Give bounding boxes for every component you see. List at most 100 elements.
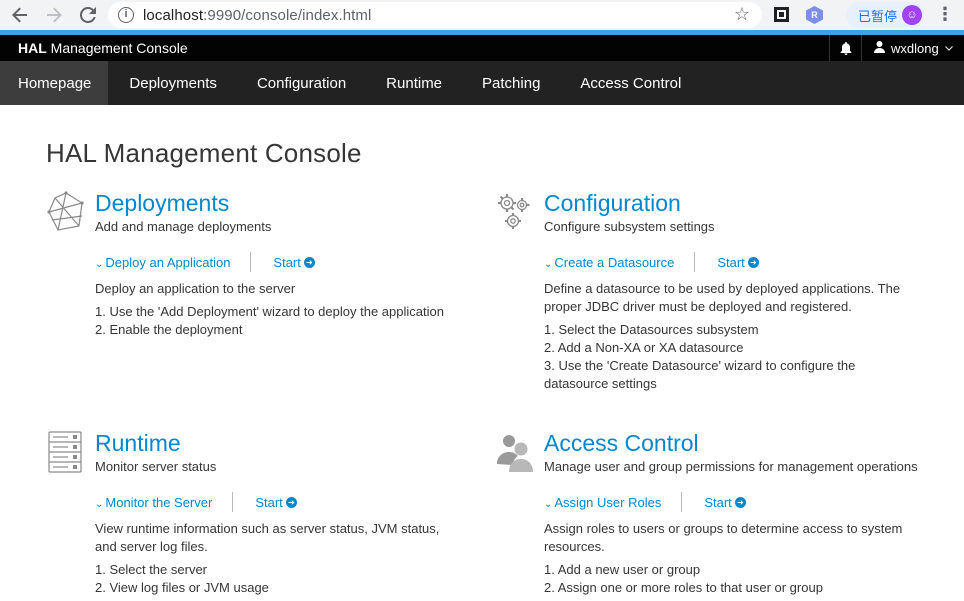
start-button[interactable]: Start ➜ (273, 254, 315, 270)
step-item: 2. Add a Non-XA or XA datasource (544, 340, 744, 355)
step-item: 2. Assign one or more roles to that user… (544, 580, 823, 595)
step-item: 2. Enable the deployment (95, 322, 243, 337)
profile-paused-button[interactable]: 已暂停 ☺ (846, 2, 924, 28)
step-item: 1. Add a new user or group (544, 562, 701, 577)
assign-user-roles-link[interactable]: ⌄ Assign User Roles (544, 495, 661, 510)
steps-list: 1. Add a new user or group 2. Assign one… (544, 561, 914, 597)
main-nav: Homepage Deployments Configuration Runti… (0, 61, 964, 105)
create-datasource-link[interactable]: ⌄ Create a Datasource (544, 255, 674, 270)
section-body-text: Deploy an application to the server (95, 281, 296, 296)
user-name: wxdlong (891, 40, 939, 56)
url-host: localhost (143, 6, 204, 24)
back-arrow-icon[interactable] (6, 1, 34, 29)
notification-bell-icon[interactable] (829, 35, 861, 61)
user-menu[interactable]: wxdlong (861, 35, 964, 61)
arrow-circle-right-icon: ➜ (303, 256, 315, 268)
section-description: Manage user and group permissions for ma… (544, 459, 918, 474)
action-row: ⌄ Monitor the Server Start ➜ (95, 491, 297, 513)
step-item: 1. Select the server (95, 562, 207, 577)
chevron-down-icon (944, 43, 953, 53)
divider (681, 492, 683, 512)
arrow-circle-right-icon: ➜ (734, 496, 746, 508)
page-title: HAL Management Console (46, 138, 362, 168)
tab-patching[interactable]: Patching (462, 61, 560, 105)
paused-label: 已暂停 (858, 8, 898, 24)
forward-arrow-icon[interactable] (40, 1, 68, 29)
tab-access-control[interactable]: Access Control (560, 61, 701, 105)
brand-bold: HAL (18, 40, 47, 56)
section-body: Assign roles to users or groups to deter… (544, 520, 914, 597)
step-item: 2. View log files or JVM usage (95, 580, 269, 595)
section-configuration: Configuration Configure subsystem settin… (495, 190, 925, 395)
action-row: ⌄ Assign User Roles Start ➜ (544, 491, 746, 513)
section-body-text: Assign roles to users or groups to deter… (544, 521, 903, 554)
section-description: Add and manage deployments (95, 219, 272, 234)
start-button[interactable]: Start ➜ (255, 494, 297, 510)
gears-icon (495, 190, 535, 234)
section-body: Deploy an application to the server 1. U… (95, 280, 444, 339)
tab-homepage[interactable]: Homepage (0, 61, 109, 105)
action-row: ⌄ Create a Datasource Start ➜ (544, 251, 759, 273)
section-body-text: View runtime information such as server … (95, 521, 440, 554)
tab-deployments[interactable]: Deployments (108, 61, 237, 105)
action-label: Create a Datasource (554, 254, 675, 270)
start-label: Start (255, 494, 283, 510)
url-path: :9990/console/index.html (203, 6, 372, 24)
action-label: Assign User Roles (554, 494, 662, 510)
extension-square-icon[interactable] (774, 7, 789, 22)
arrow-circle-right-icon: ➜ (285, 496, 297, 508)
profile-avatar: ☺ (902, 5, 922, 25)
bookmark-star-icon[interactable]: ☆ (734, 4, 750, 25)
step-item: 3. Use the 'Create Datasource' wizard to… (544, 358, 856, 391)
chevron-down-icon: ⌄ (544, 498, 553, 510)
hal-header: HAL Management Console wxdlong (0, 35, 964, 61)
step-item: 1. Use the 'Add Deployment' wizard to de… (95, 304, 444, 319)
start-label: Start (717, 254, 745, 270)
section-body: Define a datasource to be used by deploy… (544, 280, 919, 393)
browser-menu-icon[interactable]: ⋮ (936, 4, 954, 25)
monitor-server-link[interactable]: ⌄ Monitor the Server (95, 495, 212, 510)
chevron-down-icon: ⌄ (95, 498, 104, 510)
section-runtime: Runtime Monitor server status ⌄ Monitor t… (46, 430, 466, 598)
divider (694, 252, 696, 272)
chevron-down-icon: ⌄ (544, 258, 553, 270)
section-description: Configure subsystem settings (544, 219, 715, 234)
divider (232, 492, 234, 512)
brand[interactable]: HAL Management Console (18, 40, 188, 56)
tab-configuration[interactable]: Configuration (237, 61, 366, 105)
start-label: Start (704, 494, 732, 510)
section-title[interactable]: Access Control (544, 430, 699, 457)
action-label: Monitor the Server (105, 494, 213, 510)
brand-rest: Management Console (46, 40, 188, 56)
server-icon (46, 430, 86, 474)
section-description: Monitor server status (95, 459, 217, 474)
divider (250, 252, 252, 272)
start-label: Start (273, 254, 301, 270)
action-label: Deploy an Application (105, 254, 231, 270)
steps-list: 1. Use the 'Add Deployment' wizard to de… (95, 303, 444, 339)
deploy-application-link[interactable]: ⌄ Deploy an Application (95, 255, 230, 270)
section-body: View runtime information such as server … (95, 520, 460, 597)
action-row: ⌄ Deploy an Application Start ➜ (95, 251, 315, 273)
tab-runtime[interactable]: Runtime (366, 61, 462, 105)
arrow-circle-right-icon: ➜ (747, 256, 759, 268)
deployments-icon (46, 190, 86, 234)
section-access-control: Access Control Manage user and group per… (495, 430, 925, 598)
start-button[interactable]: Start ➜ (704, 494, 746, 510)
section-body-text: Define a datasource to be used by deploy… (544, 281, 901, 314)
user-icon (874, 40, 885, 56)
address-bar[interactable]: i localhost:9990/console/index.html ☆ (108, 2, 762, 28)
section-deployments: Deployments Add and manage deployments ⌄… (46, 190, 456, 340)
section-title[interactable]: Runtime (95, 430, 181, 457)
info-icon[interactable]: i (118, 7, 134, 23)
steps-list: 1. Select the server 2. View log files o… (95, 561, 460, 597)
users-icon (495, 430, 535, 474)
section-title[interactable]: Configuration (544, 190, 681, 217)
steps-list: 1. Select the Datasources subsystem 2. A… (544, 321, 919, 393)
url-text: localhost:9990/console/index.html (143, 7, 371, 24)
section-title[interactable]: Deployments (95, 190, 229, 217)
step-item: 1. Select the Datasources subsystem (544, 322, 759, 337)
chevron-down-icon: ⌄ (95, 258, 104, 270)
reload-icon[interactable] (74, 1, 102, 29)
start-button[interactable]: Start ➜ (717, 254, 759, 270)
